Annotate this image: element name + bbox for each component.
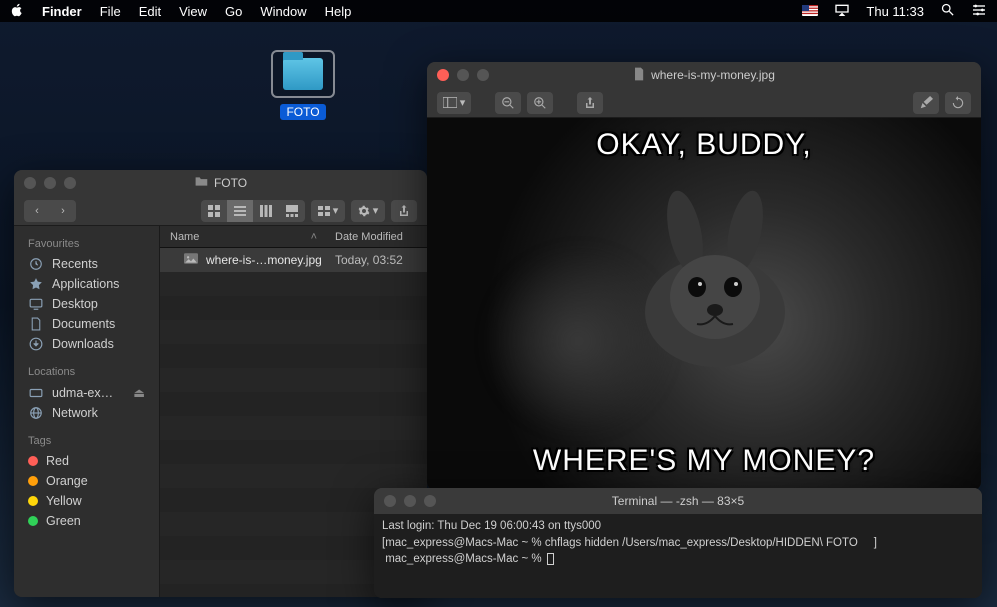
terminal-titlebar[interactable]: Terminal — -zsh — 83×5 <box>374 488 982 514</box>
input-source-icon[interactable] <box>802 4 818 19</box>
traffic-close[interactable] <box>384 495 396 507</box>
network-icon <box>28 406 44 420</box>
view-column-button[interactable] <box>253 200 279 222</box>
traffic-minimize[interactable] <box>404 495 416 507</box>
menubar-window[interactable]: Window <box>260 4 306 19</box>
finder-window-title: FOTO <box>214 176 247 190</box>
traffic-close[interactable] <box>437 69 449 81</box>
group-by-button[interactable]: ▾ <box>311 200 345 222</box>
finder-titlebar[interactable]: FOTO <box>14 170 427 196</box>
meme-text-bottom: WHERE'S MY MONEY? <box>427 444 981 478</box>
preview-content: OKAY, BUDDY, WHERE'S MY MONEY? <box>427 118 981 490</box>
sidebar-item-documents[interactable]: Documents <box>14 314 159 334</box>
sidebar-item-desktop[interactable]: Desktop <box>14 294 159 314</box>
file-date: Today, 03:52 <box>327 253 427 267</box>
sidebar-item-disk[interactable]: udma-ex…⏏ <box>14 382 159 403</box>
spotlight-icon[interactable] <box>940 2 955 20</box>
column-date-header[interactable]: Date Modified <box>327 231 427 243</box>
finder-sidebar: Favourites Recents Applications Desktop … <box>14 226 160 597</box>
nav-back-button[interactable]: ‹ <box>24 200 50 222</box>
traffic-minimize[interactable] <box>457 69 469 81</box>
airplay-icon[interactable] <box>834 3 850 20</box>
markup-button[interactable] <box>913 92 939 114</box>
sidebar-tag-orange[interactable]: Orange <box>14 471 159 491</box>
terminal-window-title: Terminal — -zsh — 83×5 <box>612 494 744 508</box>
zoom-in-button[interactable] <box>527 92 553 114</box>
finder-window: FOTO ‹ › ▾ ▾ Favourites Recents Applicat… <box>14 170 427 597</box>
desktop-folder-foto[interactable]: FOTO <box>268 50 338 120</box>
sidebar-tag-yellow[interactable]: Yellow <box>14 491 159 511</box>
sidebar-item-recents[interactable]: Recents <box>14 254 159 274</box>
sidebar-tag-red[interactable]: Red <box>14 451 159 471</box>
traffic-minimize[interactable] <box>44 177 56 189</box>
sidebar-favourites-head: Favourites <box>14 234 159 254</box>
eject-icon[interactable]: ⏏ <box>133 385 145 400</box>
traffic-zoom[interactable] <box>64 177 76 189</box>
tag-dot-icon <box>28 456 38 466</box>
tag-dot-icon <box>28 496 38 506</box>
file-row[interactable]: where-is-…money.jpg Today, 03:52 <box>160 248 427 272</box>
rotate-button[interactable] <box>945 92 971 114</box>
view-gallery-button[interactable] <box>279 200 305 222</box>
downloads-icon <box>28 337 44 351</box>
tag-dot-icon <box>28 476 38 486</box>
action-button[interactable]: ▾ <box>351 200 385 222</box>
share-button[interactable] <box>391 200 417 222</box>
terminal-body[interactable]: Last login: Thu Dec 19 06:00:43 on ttys0… <box>374 514 982 598</box>
apple-menu-icon[interactable] <box>10 3 24 20</box>
traffic-zoom[interactable] <box>424 495 436 507</box>
menubar-view[interactable]: View <box>179 4 207 19</box>
desktop-folder-label: FOTO <box>280 104 325 120</box>
terminal-prompt: mac_express@Macs-Mac ~ % <box>382 553 545 565</box>
traffic-close[interactable] <box>24 177 36 189</box>
applications-icon <box>28 277 44 291</box>
sidebar-item-downloads[interactable]: Downloads <box>14 334 159 354</box>
column-name-header[interactable]: Name <box>170 231 199 243</box>
share-button[interactable] <box>577 92 603 114</box>
terminal-cursor <box>547 553 554 565</box>
preview-file-title: where-is-my-money.jpg <box>651 68 775 82</box>
documents-icon <box>28 317 44 331</box>
view-list-button[interactable] <box>227 200 253 222</box>
image-file-icon <box>184 253 198 267</box>
menubar-app-name[interactable]: Finder <box>42 4 82 19</box>
control-center-icon[interactable] <box>971 3 987 20</box>
nav-forward-button[interactable]: › <box>50 200 76 222</box>
file-name: where-is-…money.jpg <box>206 253 322 267</box>
column-headers[interactable]: Name˄ Date Modified <box>160 226 427 248</box>
preview-toolbar: ▾ <box>427 88 981 118</box>
traffic-zoom[interactable] <box>477 69 489 81</box>
tag-dot-icon <box>28 516 38 526</box>
sidebar-toggle-button[interactable]: ▾ <box>437 92 471 114</box>
menubar-go[interactable]: Go <box>225 4 242 19</box>
menubar-clock[interactable]: Thu 11:33 <box>866 4 924 19</box>
sidebar-item-network[interactable]: Network <box>14 403 159 423</box>
terminal-line-1: Last login: Thu Dec 19 06:00:43 on ttys0… <box>382 520 601 532</box>
preview-window: where-is-my-money.jpg ▾ OK <box>427 62 981 490</box>
sidebar-tag-green[interactable]: Green <box>14 511 159 531</box>
clock-icon <box>28 257 44 271</box>
preview-titlebar[interactable]: where-is-my-money.jpg <box>427 62 981 88</box>
terminal-line-2: [mac_express@Macs-Mac ~ % chflags hidden… <box>382 537 877 549</box>
menubar-edit[interactable]: Edit <box>139 4 161 19</box>
zoom-out-button[interactable] <box>495 92 521 114</box>
menubar-file[interactable]: File <box>100 4 121 19</box>
menu-bar: Finder File Edit View Go Window Help Thu… <box>0 0 997 22</box>
finder-toolbar: ‹ › ▾ ▾ <box>14 196 427 226</box>
sidebar-locations-head: Locations <box>14 362 159 382</box>
meme-text-top: OKAY, BUDDY, <box>427 128 981 162</box>
meme-subject <box>615 182 815 382</box>
sidebar-tags-head: Tags <box>14 431 159 451</box>
folder-icon <box>194 176 208 190</box>
sidebar-item-applications[interactable]: Applications <box>14 274 159 294</box>
folder-icon <box>271 50 335 98</box>
menubar-help[interactable]: Help <box>325 4 352 19</box>
desktop-icon <box>28 298 44 310</box>
disk-icon <box>28 388 44 398</box>
image-file-icon <box>633 67 645 84</box>
terminal-window: Terminal — -zsh — 83×5 Last login: Thu D… <box>374 488 982 598</box>
view-icon-button[interactable] <box>201 200 227 222</box>
